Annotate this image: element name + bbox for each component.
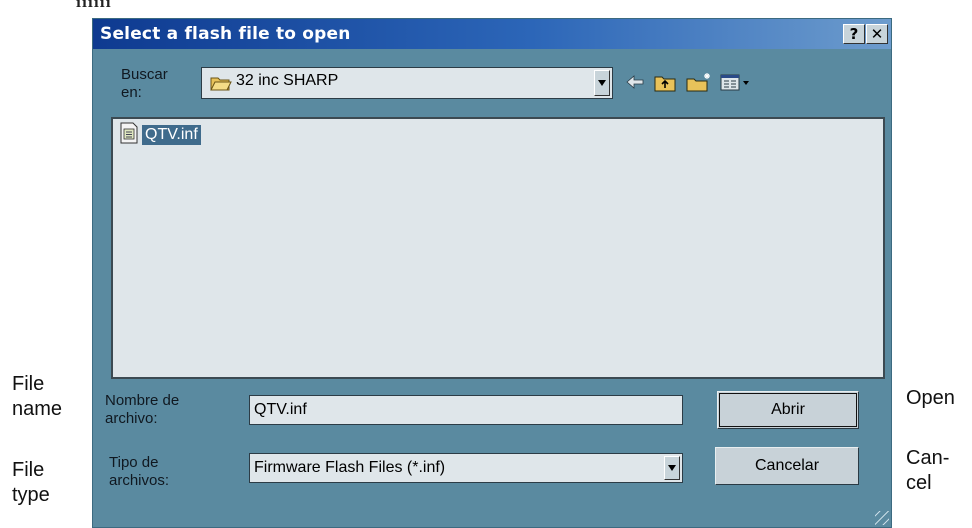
file-type-label: Tipo de archivos: [109,454,169,490]
file-name-label-line2: archivo: [105,410,158,427]
annotation-file-type-line2: type [12,484,50,506]
close-button[interactable]: ✕ [866,24,888,44]
folder-open-icon [210,74,232,97]
annotation-cancel: Can- cel [906,446,949,496]
file-item-qtv[interactable]: QTV.inf [119,122,201,149]
open-file-dialog: Select a flash file to open ? ✕ Buscar e… [92,18,892,528]
file-name-input[interactable]: QTV.inf [249,395,683,425]
look-in-combo[interactable]: 32 inc SHARP [201,67,613,99]
look-in-dropdown-button[interactable] [594,70,610,96]
file-type-value: Firmware Flash Files (*.inf) [254,459,446,476]
annotation-file-name-line2: name [12,398,63,420]
view-menu-icon[interactable] [719,71,753,93]
look-in-label: Buscar en: [121,66,168,102]
clipped-heading-text: ıııııı [76,0,112,11]
annotation-cancel-line1: Can- [906,447,950,469]
help-button[interactable]: ? [843,24,865,44]
file-list[interactable]: QTV.inf [111,117,885,379]
annotation-file-type: File type [12,458,50,508]
file-type-label-line1: Tipo de [109,454,159,471]
file-name-value: QTV.inf [254,401,307,418]
back-arrow-icon[interactable] [625,71,645,93]
new-folder-icon[interactable] [685,71,713,93]
file-type-select[interactable]: Firmware Flash Files (*.inf) [249,453,683,483]
file-type-label-line2: archivos: [109,472,170,489]
annotation-file-name: File name [12,372,62,422]
up-one-level-icon[interactable] [653,71,677,93]
open-button[interactable]: Abrir [717,391,859,429]
annotation-cancel-line2: cel [906,472,932,494]
dialog-titlebar[interactable]: Select a flash file to open ? ✕ [93,19,891,49]
file-name-label: Nombre de archivo: [105,392,179,428]
annotation-file-name-line1: File [12,373,45,395]
inf-file-icon [119,122,139,149]
look-in-label-line1: Buscar [121,66,168,83]
look-in-label-line2: en: [121,84,142,101]
look-in-value: 32 inc SHARP [236,72,339,89]
cancel-button[interactable]: Cancelar [715,447,859,485]
annotation-file-type-line1: File [12,459,45,481]
annotation-open: Open [906,387,955,409]
file-type-dropdown-button[interactable] [664,456,680,480]
file-name-label-line1: Nombre de [105,392,180,409]
dialog-title: Select a flash file to open [100,24,351,44]
resize-grip[interactable] [875,511,889,525]
file-item-label: QTV.inf [142,125,201,145]
